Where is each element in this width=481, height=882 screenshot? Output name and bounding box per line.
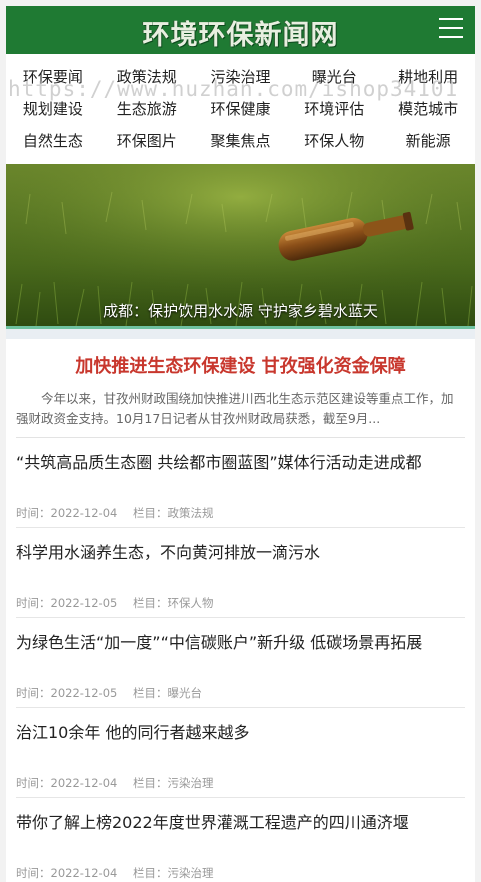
column-label: 栏目： (133, 866, 168, 880)
news-meta: 时间：2022-12-05 栏目：曝光台 (16, 685, 202, 701)
news-item[interactable]: 治江10余年 他的同行者越来越多 时间：2022-12-04 栏目：污染治理 (16, 708, 465, 798)
news-title[interactable]: 科学用水涵养生态，不向黄河排放一滴污水 (16, 542, 465, 564)
news-column[interactable]: 曝光台 (168, 686, 203, 700)
news-item[interactable]: 为绿色生活“加一度”“中信碳账户”新升级 低碳场景再拓展 时间：2022-12-… (16, 618, 465, 708)
nav-item[interactable]: 污染治理 (194, 66, 288, 87)
news-column[interactable]: 污染治理 (168, 866, 214, 880)
time-label: 时间： (16, 506, 51, 520)
news-time: 2022-12-05 (50, 596, 118, 610)
nav-item[interactable]: 政策法规 (100, 66, 194, 87)
news-meta: 时间：2022-12-04 栏目：污染治理 (16, 775, 214, 791)
news-column[interactable]: 环保人物 (168, 596, 214, 610)
nav-row: 自然生态 环保图片 聚集焦点 环保人物 新能源 (6, 124, 475, 156)
banner-progress-bar (6, 326, 475, 329)
menu-icon[interactable] (439, 18, 463, 40)
news-list: “共筑高品质生态圈 共绘都市圈蓝图”媒体行活动走进成都 时间：2022-12-0… (6, 438, 475, 882)
time-label: 时间： (16, 686, 51, 700)
banner-slide[interactable]: 成都：保护饮用水水源 守护家乡碧水蓝天 (6, 164, 475, 329)
nav-item[interactable]: 环境评估 (287, 98, 381, 119)
column-label: 栏目： (133, 506, 168, 520)
site-logo[interactable]: 环境环保新闻网 (6, 13, 475, 52)
time-label: 时间： (16, 596, 51, 610)
nav-item[interactable]: 生态旅游 (100, 98, 194, 119)
column-label: 栏目： (133, 776, 168, 790)
nav-item[interactable]: 环保人物 (287, 130, 381, 151)
nav-item[interactable]: 规划建设 (6, 98, 100, 119)
news-time: 2022-12-04 (50, 506, 118, 520)
time-label: 时间： (16, 866, 51, 880)
nav-item[interactable]: 环保健康 (194, 98, 288, 119)
news-title[interactable]: 为绿色生活“加一度”“中信碳账户”新升级 低碳场景再拓展 (16, 632, 465, 654)
time-label: 时间： (16, 776, 51, 790)
news-meta: 时间：2022-12-04 栏目：污染治理 (16, 865, 214, 881)
headline-block: 加快推进生态环保建设 甘孜强化资金保障 今年以来，甘孜州财政围绕加快推进川西北生… (6, 339, 475, 429)
news-title[interactable]: “共筑高品质生态圈 共绘都市圈蓝图”媒体行活动走进成都 (16, 452, 465, 474)
news-meta: 时间：2022-12-05 栏目：环保人物 (16, 595, 214, 611)
banner-caption[interactable]: 成都：保护饮用水水源 守护家乡碧水蓝天 (6, 297, 475, 325)
news-title[interactable]: 治江10余年 他的同行者越来越多 (16, 722, 465, 744)
column-label: 栏目： (133, 596, 168, 610)
news-column[interactable]: 污染治理 (168, 776, 214, 790)
nav-item[interactable]: 新能源 (381, 130, 475, 151)
news-meta: 时间：2022-12-04 栏目：政策法规 (16, 505, 214, 521)
headline-summary: 今年以来，甘孜州财政围绕加快推进川西北生态示范区建设等重点工作，加强财政资金支持… (16, 391, 454, 426)
news-item[interactable]: 科学用水涵养生态，不向黄河排放一滴污水 时间：2022-12-05 栏目：环保人… (16, 528, 465, 618)
news-item[interactable]: 带你了解上榜2022年度世界灌溉工程遗产的四川通济堰 时间：2022-12-04… (16, 798, 465, 882)
news-column[interactable]: 政策法规 (168, 506, 214, 520)
news-time: 2022-12-04 (50, 776, 118, 790)
news-time: 2022-12-05 (50, 686, 118, 700)
page-frame: 环境环保新闻网 环保要闻 政策法规 污染治理 曝光台 耕地利用 规划建设 生态旅… (6, 6, 475, 882)
column-label: 栏目： (133, 686, 168, 700)
category-nav: 环保要闻 政策法规 污染治理 曝光台 耕地利用 规划建设 生态旅游 环保健康 环… (6, 54, 475, 164)
nav-item[interactable]: 聚集焦点 (194, 130, 288, 151)
nav-row: 环保要闻 政策法规 污染治理 曝光台 耕地利用 (6, 60, 475, 92)
news-title[interactable]: 带你了解上榜2022年度世界灌溉工程遗产的四川通济堰 (16, 812, 465, 834)
nav-item[interactable]: 环保图片 (100, 130, 194, 151)
section-divider (6, 329, 475, 339)
nav-item[interactable]: 自然生态 (6, 130, 100, 151)
headline-title[interactable]: 加快推进生态环保建设 甘孜强化资金保障 (16, 353, 465, 381)
nav-item[interactable]: 环保要闻 (6, 66, 100, 87)
news-time: 2022-12-04 (50, 866, 118, 880)
nav-item[interactable]: 耕地利用 (381, 66, 475, 87)
site-header: 环境环保新闻网 (6, 6, 475, 54)
news-item[interactable]: “共筑高品质生态圈 共绘都市圈蓝图”媒体行活动走进成都 时间：2022-12-0… (16, 438, 465, 528)
nav-row: 规划建设 生态旅游 环保健康 环境评估 模范城市 (6, 92, 475, 124)
nav-item[interactable]: 曝光台 (287, 66, 381, 87)
nav-item[interactable]: 模范城市 (381, 98, 475, 119)
